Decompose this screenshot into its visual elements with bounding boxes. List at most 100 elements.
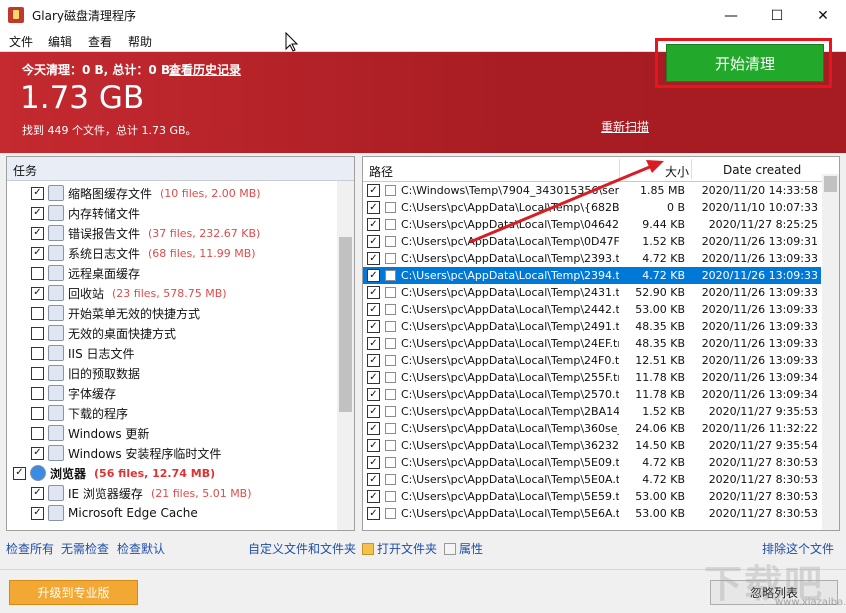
file-row[interactable]: ✓ C:\Users\pc\AppData\Local\Temp\24EF.tmp… [363, 335, 821, 352]
file-checkbox[interactable]: ✓ [367, 337, 380, 350]
task-checkbox[interactable]: ✓ [13, 466, 26, 480]
file-checkbox[interactable]: ✓ [367, 201, 380, 214]
task-item[interactable]: ✓ 内存转储文件 [31, 203, 354, 223]
task-item[interactable]: ✓ IE 浏览器缓存 (21 files, 5.01 MB) [31, 483, 354, 503]
start-clean-button[interactable]: 开始清理 [666, 44, 824, 82]
file-row[interactable]: ✓ C:\Users\pc\AppData\Local\Temp\2491.tmp… [363, 318, 821, 335]
menu-file[interactable]: 文件 [9, 33, 33, 50]
menu-help[interactable]: 帮助 [128, 33, 152, 50]
menu-view[interactable]: 查看 [88, 33, 112, 50]
task-item[interactable]: ✓ 回收站 (23 files, 578.75 MB) [31, 283, 354, 303]
file-row[interactable]: ✓ C:\Users\pc\AppData\Local\Temp\0D47FB..… [363, 233, 821, 250]
task-item[interactable]: IIS 日志文件 [31, 343, 354, 363]
task-checkbox[interactable]: ✓ [31, 206, 44, 220]
file-row[interactable]: ✓ C:\Users\pc\AppData\Local\Temp\36232B..… [363, 437, 821, 454]
file-row[interactable]: ✓ C:\Users\pc\AppData\Local\Temp\{682B3..… [363, 199, 821, 216]
file-row[interactable]: ✓ C:\Users\pc\AppData\Local\Temp\046420..… [363, 216, 821, 233]
column-divider[interactable] [619, 159, 620, 179]
task-item[interactable]: 远程桌面缓存 [31, 263, 354, 283]
task-scroll-thumb[interactable] [339, 237, 352, 412]
file-row[interactable]: ✓ C:\Users\pc\AppData\Local\Temp\2570.tmp… [363, 386, 821, 403]
file-checkbox[interactable]: ✓ [367, 184, 380, 197]
file-row[interactable]: ✓ C:\Users\pc\AppData\Local\Temp\2BA141..… [363, 403, 821, 420]
task-checkbox[interactable]: ✓ [31, 446, 44, 460]
task-checkbox[interactable] [31, 426, 44, 440]
history-link[interactable]: 查看历史记录 [169, 61, 241, 78]
task-checkbox[interactable] [31, 326, 44, 340]
file-row[interactable]: ✓ C:\Users\pc\AppData\Local\Temp\360se_..… [363, 420, 821, 437]
task-checkbox[interactable] [31, 266, 44, 280]
menu-edit[interactable]: 编辑 [48, 33, 72, 50]
task-item[interactable]: ✓ 错误报告文件 (37 files, 232.67 KB) [31, 223, 354, 243]
check-none-link[interactable]: 无需检查 [61, 540, 109, 557]
rescan-link[interactable]: 重新扫描 [601, 118, 649, 135]
task-checkbox[interactable]: ✓ [31, 226, 44, 240]
task-checkbox[interactable]: ✓ [31, 486, 44, 500]
task-item[interactable]: ✓ Microsoft Edge Cache [31, 503, 354, 523]
file-checkbox[interactable]: ✓ [367, 405, 380, 418]
task-checkbox[interactable] [31, 386, 44, 400]
file-checkbox[interactable]: ✓ [367, 439, 380, 452]
file-row[interactable]: ✓ C:\Users\pc\AppData\Local\Temp\5E0A.tmp… [363, 471, 821, 488]
file-row[interactable]: ✓ C:\Users\pc\AppData\Local\Temp\5E09.tmp… [363, 454, 821, 471]
maximize-button[interactable]: ☐ [754, 0, 800, 31]
file-row[interactable]: ✓ C:\Users\pc\AppData\Local\Temp\255F.tmp… [363, 369, 821, 386]
file-checkbox[interactable]: ✓ [367, 286, 380, 299]
task-checkbox[interactable]: ✓ [31, 186, 44, 200]
task-checkbox[interactable] [31, 346, 44, 360]
task-checkbox[interactable]: ✓ [31, 506, 44, 520]
file-checkbox[interactable]: ✓ [367, 320, 380, 333]
column-path[interactable]: 路径 [369, 163, 393, 180]
task-item[interactable]: ✓ 系统日志文件 (68 files, 11.99 MB) [31, 243, 354, 263]
close-button[interactable]: ✕ [800, 0, 846, 31]
custom-folder-link[interactable]: 自定义文件和文件夹 [248, 540, 356, 557]
task-item[interactable]: 下载的程序 [31, 403, 354, 423]
upgrade-button[interactable]: 升级到专业版 [9, 580, 138, 605]
file-checkbox[interactable]: ✓ [367, 303, 380, 316]
task-item[interactable]: ✓ Windows 安装程序临时文件 [31, 443, 354, 463]
check-all-link[interactable]: 检查所有 [6, 540, 54, 557]
file-row[interactable]: ✓ C:\Users\pc\AppData\Local\Temp\2442.tmp… [363, 301, 821, 318]
file-checkbox[interactable]: ✓ [367, 473, 380, 486]
task-item[interactable]: 开始菜单无效的快捷方式 [31, 303, 354, 323]
file-checkbox[interactable]: ✓ [367, 354, 380, 367]
file-scrollbar[interactable] [822, 174, 839, 530]
task-checkbox[interactable] [31, 306, 44, 320]
task-item[interactable]: 旧的预取数据 [31, 363, 354, 383]
task-checkbox[interactable] [31, 366, 44, 380]
task-item[interactable]: ✓ 浏览器 (56 files, 12.74 MB) [13, 463, 345, 483]
check-default-link[interactable]: 检查默认 [117, 540, 165, 557]
properties-link[interactable]: 属性 [444, 540, 483, 557]
task-item[interactable]: 无效的桌面快捷方式 [31, 323, 354, 343]
column-divider[interactable] [691, 159, 692, 179]
column-size[interactable]: 大小 [665, 163, 689, 180]
file-row[interactable]: ✓ C:\Users\pc\AppData\Local\Temp\5E59.tmp… [363, 488, 821, 505]
file-checkbox[interactable]: ✓ [367, 507, 380, 520]
file-checkbox[interactable]: ✓ [367, 388, 380, 401]
file-checkbox[interactable]: ✓ [367, 490, 380, 503]
open-folder-link[interactable]: 打开文件夹 [362, 540, 437, 557]
file-row[interactable]: ✓ C:\Users\pc\AppData\Local\Temp\5E6A.tmp… [363, 505, 821, 522]
task-item[interactable]: 字体缓存 [31, 383, 354, 403]
file-row[interactable]: ✓ C:\Users\pc\AppData\Local\Temp\2431.tmp… [363, 284, 821, 301]
file-checkbox[interactable]: ✓ [367, 218, 380, 231]
file-row[interactable]: ✓ C:\Windows\Temp\7904_343015356\servi...… [363, 182, 821, 199]
task-checkbox[interactable]: ✓ [31, 286, 44, 300]
file-checkbox[interactable]: ✓ [367, 422, 380, 435]
task-item[interactable]: ✓ 缩略图缓存文件 (10 files, 2.00 MB) [31, 183, 354, 203]
file-checkbox[interactable]: ✓ [367, 235, 380, 248]
file-checkbox[interactable]: ✓ [367, 252, 380, 265]
task-checkbox[interactable]: ✓ [31, 246, 44, 260]
file-checkbox[interactable]: ✓ [367, 456, 380, 469]
file-checkbox[interactable]: ✓ [367, 269, 380, 282]
task-item[interactable]: Windows 更新 [31, 423, 354, 443]
file-scroll-thumb[interactable] [824, 176, 837, 192]
column-date[interactable]: Date created [723, 163, 801, 177]
task-checkbox[interactable] [31, 406, 44, 420]
file-row[interactable]: ✓ C:\Users\pc\AppData\Local\Temp\2393.tmp… [363, 250, 821, 267]
file-row[interactable]: ✓ C:\Users\pc\AppData\Local\Temp\2394.tmp… [363, 267, 821, 284]
minimize-button[interactable]: — [708, 0, 754, 31]
file-row[interactable]: ✓ C:\Users\pc\AppData\Local\Temp\24F0.tmp… [363, 352, 821, 369]
task-scrollbar[interactable] [337, 181, 354, 530]
file-checkbox[interactable]: ✓ [367, 371, 380, 384]
